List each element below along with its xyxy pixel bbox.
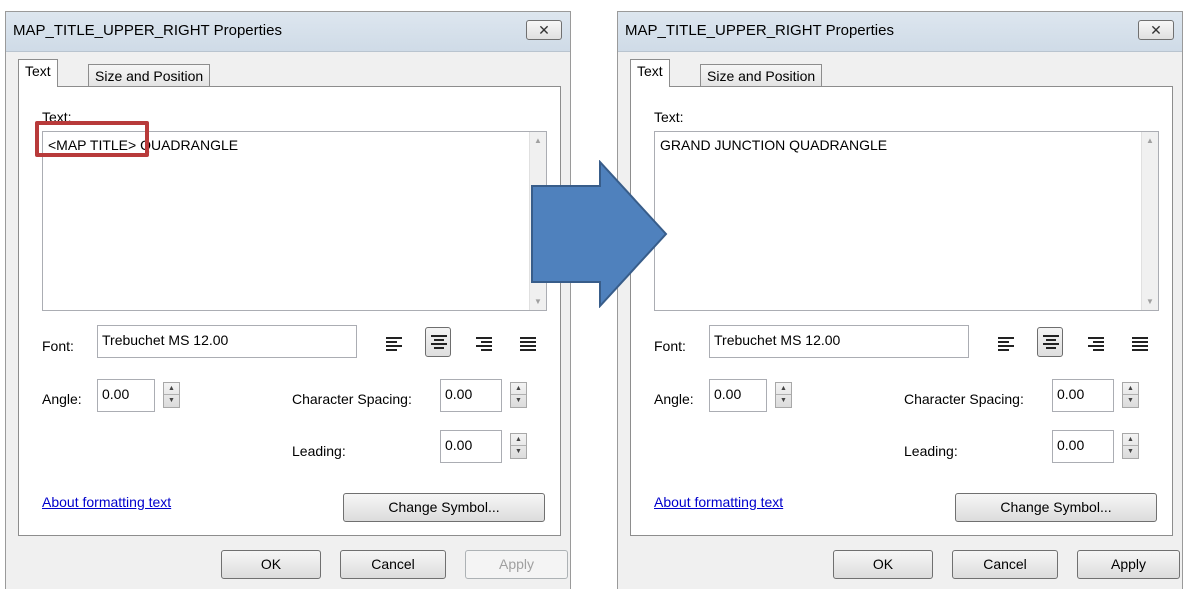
- spin-down-icon[interactable]: ▼: [776, 395, 791, 407]
- scroll-up-arrow-icon[interactable]: ▲: [1142, 132, 1158, 149]
- close-button[interactable]: ✕: [526, 20, 562, 40]
- spin-down-icon[interactable]: ▼: [1123, 395, 1138, 407]
- align-left-button[interactable]: [993, 330, 1019, 360]
- spin-down-icon[interactable]: ▼: [511, 395, 526, 407]
- angle-field[interactable]: 0.00: [709, 379, 767, 412]
- angle-field[interactable]: 0.00: [97, 379, 155, 412]
- spin-up-icon[interactable]: ▲: [511, 434, 526, 446]
- character-spacing-field[interactable]: 0.00: [440, 379, 502, 412]
- text-suffix: QUADRANGLE: [136, 137, 239, 153]
- change-symbol-button[interactable]: Change Symbol...: [955, 493, 1157, 522]
- text-input[interactable]: GRAND JUNCTION QUADRANGLE ▲ ▼: [654, 131, 1159, 311]
- text-label: Text:: [654, 109, 684, 125]
- ok-button[interactable]: OK: [221, 550, 321, 579]
- character-spacing-spinner[interactable]: ▲ ▼: [1122, 382, 1139, 408]
- leading-spinner[interactable]: ▲ ▼: [1122, 433, 1139, 459]
- align-right-icon: [1088, 337, 1104, 351]
- scroll-up-arrow-icon[interactable]: ▲: [530, 132, 546, 149]
- placeholder-highlight-box: [35, 121, 149, 157]
- align-left-icon: [386, 337, 402, 351]
- align-center-button[interactable]: [1037, 327, 1063, 357]
- align-justify-button[interactable]: [515, 330, 541, 360]
- spin-up-icon[interactable]: ▲: [164, 383, 179, 395]
- leading-field[interactable]: 0.00: [1052, 430, 1114, 463]
- align-center-button[interactable]: [425, 327, 451, 357]
- leading-field[interactable]: 0.00: [440, 430, 502, 463]
- angle-spinner[interactable]: ▲ ▼: [163, 382, 180, 408]
- ok-button[interactable]: OK: [833, 550, 933, 579]
- align-justify-button[interactable]: [1127, 330, 1153, 360]
- align-left-icon: [998, 337, 1014, 351]
- align-center-icon: [1043, 335, 1059, 349]
- cancel-button[interactable]: Cancel: [340, 550, 446, 579]
- align-justify-icon: [1132, 337, 1148, 351]
- tab-text[interactable]: Text: [630, 59, 670, 87]
- dialog-title: MAP_TITLE_UPPER_RIGHT Properties: [625, 22, 894, 39]
- angle-spinner[interactable]: ▲ ▼: [775, 382, 792, 408]
- align-right-icon: [476, 337, 492, 351]
- angle-label: Angle:: [654, 391, 694, 407]
- font-label: Font:: [654, 338, 686, 354]
- character-spacing-spinner[interactable]: ▲ ▼: [510, 382, 527, 408]
- font-field[interactable]: Trebuchet MS 12.00: [97, 325, 357, 358]
- tab-text[interactable]: Text: [18, 59, 58, 87]
- leading-spinner[interactable]: ▲ ▼: [510, 433, 527, 459]
- apply-button[interactable]: Apply: [1077, 550, 1180, 579]
- spin-up-icon[interactable]: ▲: [1123, 383, 1138, 395]
- transition-arrow-icon: [531, 160, 668, 308]
- about-formatting-text-link[interactable]: About formatting text: [42, 494, 171, 510]
- text-scrollbar[interactable]: ▲ ▼: [1141, 132, 1158, 310]
- title-bar: MAP_TITLE_UPPER_RIGHT Properties ✕: [618, 12, 1182, 52]
- align-left-button[interactable]: [381, 330, 407, 360]
- dialog-title: MAP_TITLE_UPPER_RIGHT Properties: [13, 22, 282, 39]
- title-bar: MAP_TITLE_UPPER_RIGHT Properties ✕: [6, 12, 570, 52]
- tab-panel-text: Text: GRAND JUNCTION QUADRANGLE ▲ ▼ Font…: [630, 86, 1173, 536]
- character-spacing-field[interactable]: 0.00: [1052, 379, 1114, 412]
- spin-up-icon[interactable]: ▲: [776, 383, 791, 395]
- spin-down-icon[interactable]: ▼: [511, 446, 526, 458]
- align-right-button[interactable]: [471, 330, 497, 360]
- spin-up-icon[interactable]: ▲: [511, 383, 526, 395]
- properties-dialog-after: MAP_TITLE_UPPER_RIGHT Properties ✕ Text …: [617, 11, 1183, 589]
- tab-size-and-position[interactable]: Size and Position: [88, 64, 211, 87]
- font-field[interactable]: Trebuchet MS 12.00: [709, 325, 969, 358]
- spin-up-icon[interactable]: ▲: [1123, 434, 1138, 446]
- tab-size-and-position[interactable]: Size and Position: [700, 64, 823, 87]
- close-icon: ✕: [538, 22, 550, 38]
- scroll-down-arrow-icon[interactable]: ▼: [1142, 293, 1158, 310]
- align-center-icon: [431, 335, 447, 349]
- leading-label: Leading:: [904, 443, 958, 459]
- text-input[interactable]: <MAP TITLE> QUADRANGLE ▲ ▼: [42, 131, 547, 311]
- align-justify-icon: [520, 337, 536, 351]
- about-formatting-text-link[interactable]: About formatting text: [654, 494, 783, 510]
- character-spacing-label: Character Spacing:: [292, 391, 412, 407]
- apply-button: Apply: [465, 550, 568, 579]
- change-symbol-button[interactable]: Change Symbol...: [343, 493, 545, 522]
- align-right-button[interactable]: [1083, 330, 1109, 360]
- cancel-button[interactable]: Cancel: [952, 550, 1058, 579]
- properties-dialog-before: MAP_TITLE_UPPER_RIGHT Properties ✕ Text …: [5, 11, 571, 589]
- font-label: Font:: [42, 338, 74, 354]
- close-icon: ✕: [1150, 22, 1162, 38]
- text-content: GRAND JUNCTION QUADRANGLE: [660, 137, 888, 153]
- character-spacing-label: Character Spacing:: [904, 391, 1024, 407]
- spin-down-icon[interactable]: ▼: [164, 395, 179, 407]
- spin-down-icon[interactable]: ▼: [1123, 446, 1138, 458]
- close-button[interactable]: ✕: [1138, 20, 1174, 40]
- angle-label: Angle:: [42, 391, 82, 407]
- leading-label: Leading:: [292, 443, 346, 459]
